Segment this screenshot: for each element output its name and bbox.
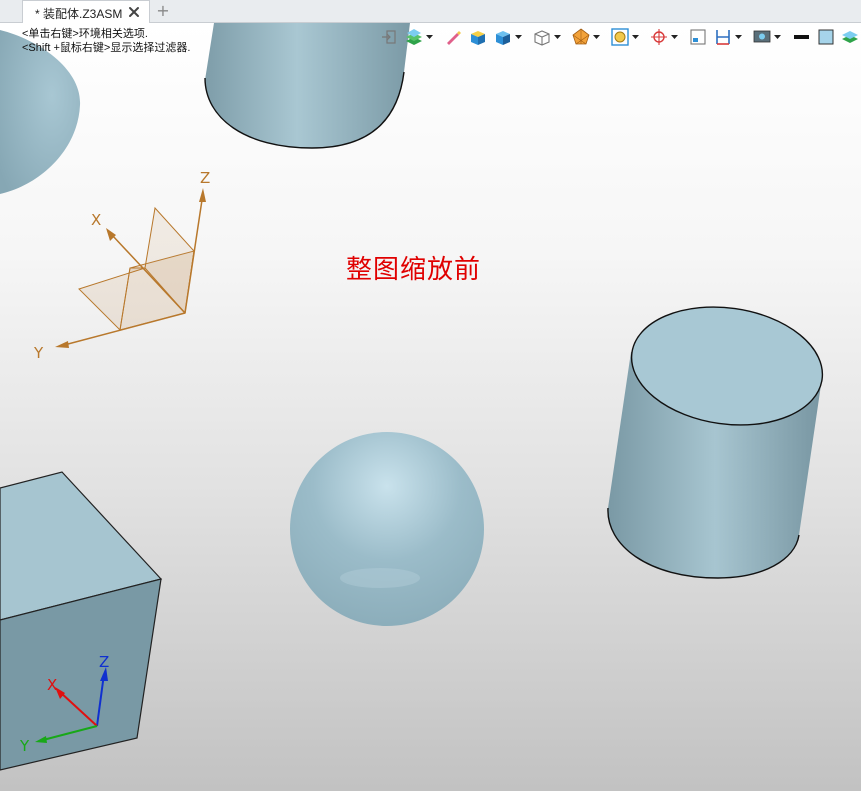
chevron-down-icon[interactable] [425,27,434,47]
close-icon[interactable] [127,5,141,19]
chevron-down-icon[interactable] [553,27,562,47]
tab-title: * 装配体.Z3ASM [35,7,123,21]
box-bottom-left[interactable] [0,471,163,771]
hint-shift-right-click: <Shift +鼠标右键>显示选择过滤器. [22,42,191,54]
chevron-down-icon[interactable] [670,27,679,47]
triad-label-x: X [91,211,101,229]
chevron-down-icon[interactable] [631,27,640,47]
color-swatch-icon[interactable] [816,27,836,47]
render-mode-icon[interactable] [571,27,591,47]
crosshair-icon[interactable] [649,27,669,47]
scene-canvas: Z X Y Z X Y [0,23,830,771]
pencil-icon[interactable] [443,27,463,47]
context-hints: <单击右键>环境相关选项. <Shift +鼠标右键>显示选择过滤器. [22,27,190,55]
hint-right-click: <单击右键>环境相关选项. [22,28,148,40]
cad-application: * 装配体.Z3ASM + Z X Y Z X Y <单击右键>环境相关选项. … [0,0,861,791]
document-tab-bar: * 装配体.Z3ASM + [0,0,861,23]
view-frame-icon[interactable] [688,27,708,47]
layer-stack-icon[interactable] [840,27,860,47]
triad-label-z: Z [200,169,210,187]
zoom-fit-icon[interactable] [610,27,630,47]
chevron-down-icon[interactable] [592,27,601,47]
chevron-down-icon[interactable] [514,27,523,47]
shaded-cube-icon[interactable] [468,27,488,47]
layers-icon[interactable] [404,27,424,47]
dimension-icon[interactable] [713,27,733,47]
tab-assembly-document[interactable]: * 装配体.Z3ASM [22,0,150,23]
display-settings-icon[interactable] [752,27,772,47]
wireframe-cube-icon[interactable] [532,27,552,47]
solid-cube-icon[interactable] [493,27,513,47]
sphere-center[interactable] [290,432,484,626]
exit-icon[interactable] [380,27,400,47]
axis-label-x: X [47,676,57,694]
axis-label-y: Y [19,737,30,755]
line-weight-icon[interactable] [791,27,811,47]
chevron-down-icon[interactable] [734,27,743,47]
triad-label-y: Y [33,344,44,362]
3d-viewport[interactable]: Z X Y Z X Y <单击右键>环境相关选项. <Shift +鼠标右键>显… [0,23,861,791]
coordinate-triad[interactable]: Z X Y [33,169,210,362]
chevron-down-icon[interactable] [773,27,782,47]
axis-label-z: Z [99,653,109,671]
new-tab-button[interactable]: + [154,1,172,21]
annotation-text: 整图缩放前 [346,255,482,285]
cylinder-right[interactable] [607,295,830,579]
